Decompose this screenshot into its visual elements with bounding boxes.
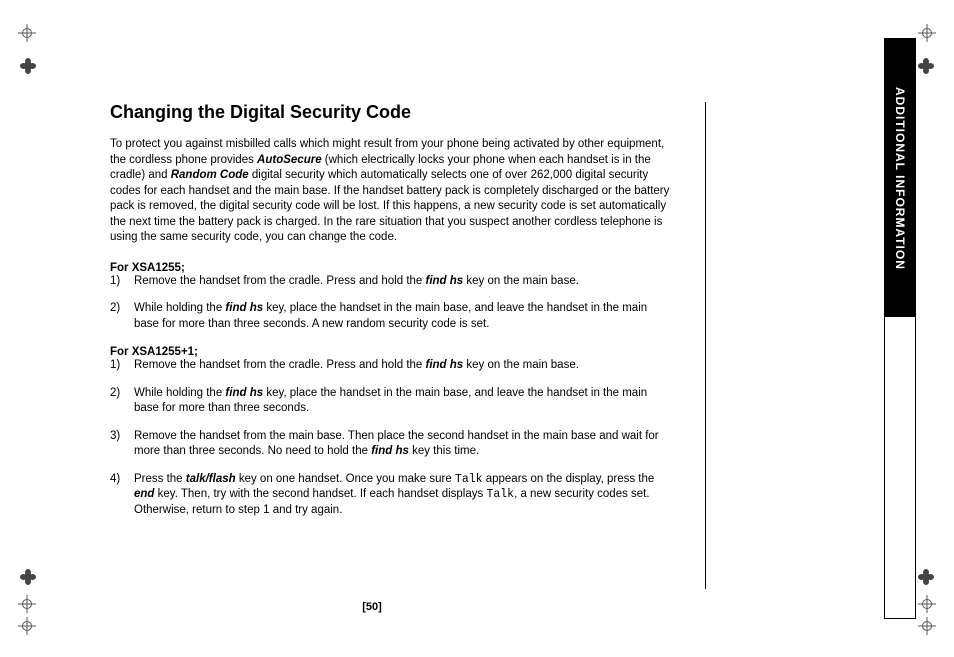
crop-mark-icon [918,24,936,42]
step-number: 2) [110,301,134,332]
key-name: end [134,488,154,500]
term-autosecure: AutoSecure [257,154,322,166]
crop-mark-icon [918,595,936,613]
step-number: 4) [110,472,134,519]
crop-mark-icon [18,617,36,635]
model-label-xsa1255: For XSA1255; [110,262,675,274]
step-number: 1) [110,358,134,374]
registration-mark-icon [20,58,36,74]
list-item: 2) While holding the find hs key, place … [110,301,675,332]
list-item: 1) Remove the handset from the cradle. P… [110,358,675,374]
intro-paragraph: To protect you against misbilled calls w… [110,137,675,246]
key-name: find hs [225,387,263,399]
step-body: Remove the handset from the main base. T… [134,429,675,460]
key-name: find hs [371,445,409,457]
crop-mark-icon [18,24,36,42]
key-name: talk/flash [186,473,236,485]
steps-list-a: 1) Remove the handset from the cradle. P… [110,274,675,333]
registration-mark-icon [20,569,36,585]
list-item: 1) Remove the handset from the cradle. P… [110,274,675,290]
list-item: 4) Press the talk/flash key on one hands… [110,472,675,519]
section-tab-label: ADDITIONAL INFORMATION [893,87,907,270]
page-number: [50] [38,601,706,613]
key-name: find hs [225,302,263,314]
step-body: While holding the find hs key, place the… [134,301,675,332]
step-number: 3) [110,429,134,460]
display-text: Talk [455,473,483,486]
step-body: Remove the handset from the cradle. Pres… [134,358,675,374]
step-number: 2) [110,386,134,417]
section-tab-bar: ADDITIONAL INFORMATION [884,38,916,619]
section-tab-active: ADDITIONAL INFORMATION [885,39,915,317]
registration-mark-icon [918,569,934,585]
crop-mark-icon [918,617,936,635]
crop-mark-icon [18,595,36,613]
display-text: Talk [486,488,514,501]
page-frame: ADDITIONAL INFORMATION Changing the Digi… [38,38,916,619]
key-name: find hs [426,275,464,287]
key-name: find hs [426,359,464,371]
body-text-region: Changing the Digital Security Code To pr… [110,102,706,589]
step-body: While holding the find hs key, place the… [134,386,675,417]
step-number: 1) [110,274,134,290]
registration-mark-icon [918,58,934,74]
steps-list-b: 1) Remove the handset from the cradle. P… [110,358,675,518]
term-random-code: Random Code [171,169,249,181]
step-body: Press the talk/flash key on one handset.… [134,472,675,519]
model-label-xsa1255plus1: For XSA1255+1; [110,346,675,358]
page-title: Changing the Digital Security Code [110,102,675,123]
list-item: 3) Remove the handset from the main base… [110,429,675,460]
list-item: 2) While holding the find hs key, place … [110,386,675,417]
step-body: Remove the handset from the cradle. Pres… [134,274,675,290]
